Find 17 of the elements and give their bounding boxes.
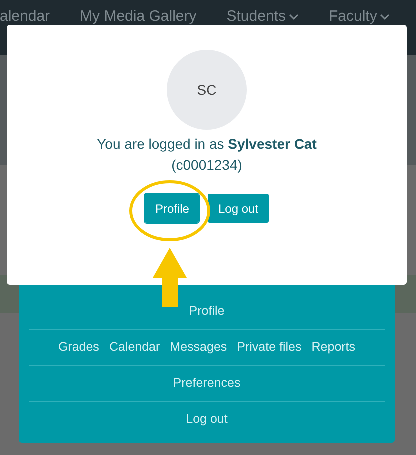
user-id: (c0001234) <box>172 156 242 175</box>
menu-item[interactable]: Private files <box>237 338 302 357</box>
nav-link[interactable]: My Media Gallery <box>80 8 197 26</box>
menu-item[interactable]: Preferences <box>173 374 241 393</box>
menu-item[interactable]: Profile <box>189 302 225 320</box>
menu-item[interactable]: Reports <box>312 338 356 357</box>
nav-link[interactable]: Students <box>226 8 286 26</box>
nav-link[interactable]: alendar <box>0 8 50 26</box>
avatar: SC <box>167 50 247 130</box>
login-message: You are logged in as Sylvester Cat <box>97 135 317 154</box>
logout-button[interactable]: Log out <box>208 194 269 223</box>
menu-item[interactable]: Messages <box>170 338 228 357</box>
menu-item[interactable]: Grades <box>58 338 100 357</box>
profile-button[interactable]: Profile <box>145 194 200 223</box>
nav-link[interactable]: Faculty <box>328 8 378 26</box>
menu-item[interactable]: Calendar <box>109 338 160 357</box>
menu-item[interactable]: Log out <box>186 410 228 429</box>
